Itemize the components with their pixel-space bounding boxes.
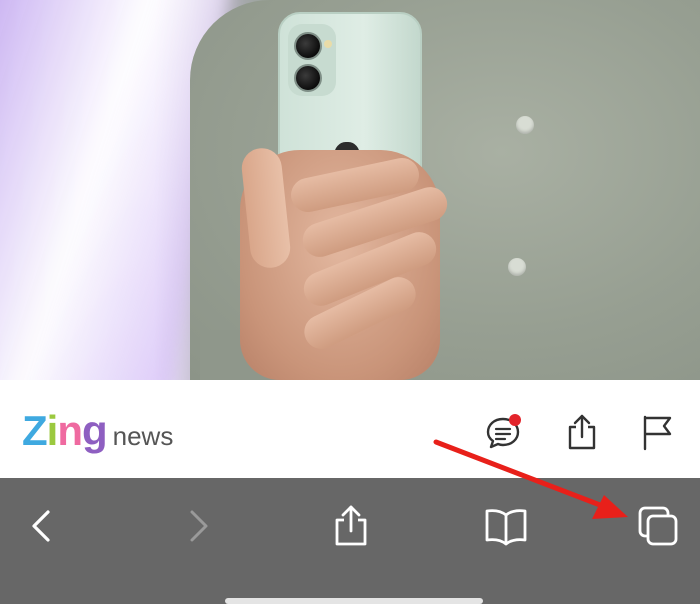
browser-toolbar [0,478,700,604]
article-action-bar: Zing news [0,380,700,478]
article-hero-image [0,0,700,380]
article-share-button[interactable] [564,413,600,451]
flag-icon [643,415,672,451]
logo-wordmark: Zing [22,407,108,454]
logo-letter: g [81,407,108,454]
back-icon [32,510,50,542]
notification-badge [509,414,521,426]
report-button[interactable] [640,413,676,451]
zing-news-logo[interactable]: Zing news [22,410,173,452]
logo-suffix: news [112,421,174,451]
camera-lens [294,32,322,60]
share-icon [335,505,367,546]
forward-icon [190,510,208,542]
comments-button[interactable] [486,413,522,451]
shirt-button [508,258,526,276]
home-indicator [225,598,483,604]
logo-letter: Z [22,407,48,454]
back-button[interactable] [20,504,64,548]
bookmarks-icon [485,509,527,546]
comment-bubble-icon [486,414,521,449]
bookmarks-button[interactable] [484,504,528,548]
camera-lens [294,64,322,92]
logo-letter: n [57,407,83,454]
tabs-icon [638,506,678,546]
tabs-button[interactable] [636,504,680,548]
camera-block [288,24,336,96]
camera-flash [324,40,332,48]
share-icon [568,414,596,450]
shirt-button [516,116,534,134]
share-button[interactable] [329,504,373,548]
forward-button[interactable] [176,504,220,548]
logo-letter: i [46,407,59,454]
